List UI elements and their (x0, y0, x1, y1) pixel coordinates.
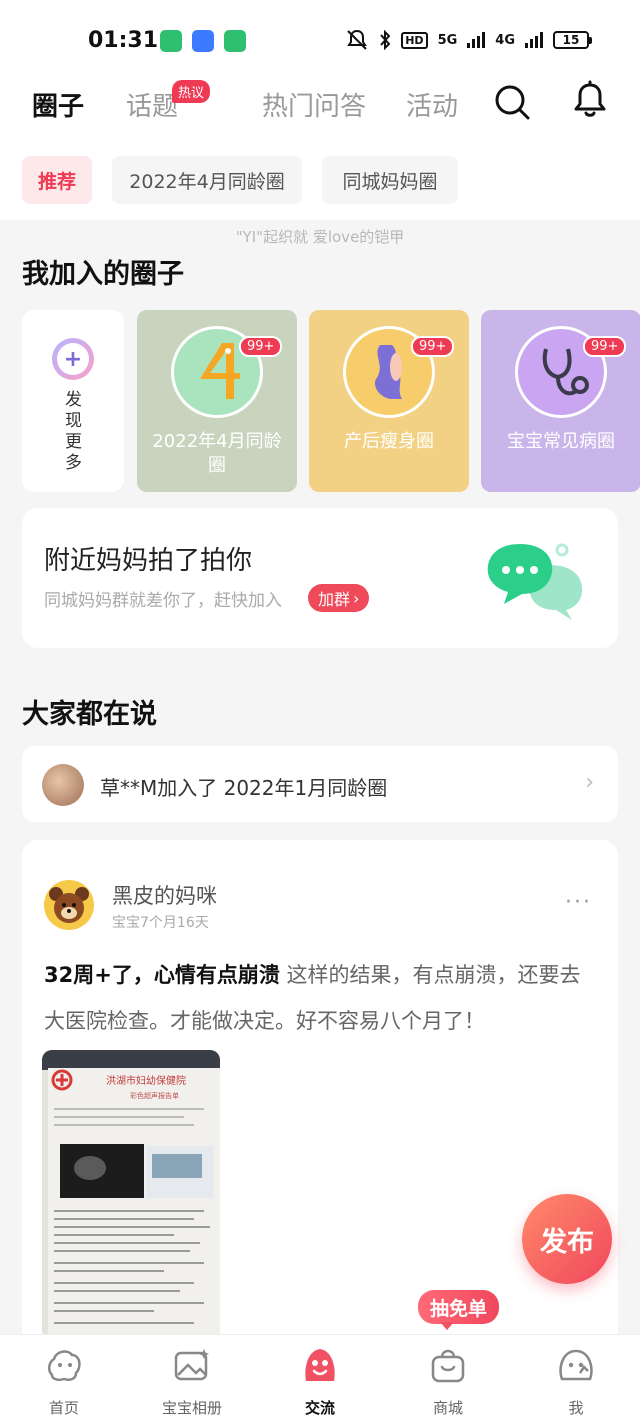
tab-circles[interactable]: 圈子 (32, 86, 84, 123)
app-notification-icon (160, 30, 182, 52)
ticker-text: "YI"起织就 爱love的铠甲 (235, 228, 405, 246)
circle-card-illness[interactable]: 99+ 宝宝常见病圈 (481, 310, 640, 492)
album-icon (174, 1349, 209, 1381)
report-title: 彩色超声报告单 (130, 1091, 179, 1100)
mute-bell-icon (347, 29, 368, 50)
signal-icon (525, 32, 543, 48)
avatar (42, 764, 84, 806)
lottery-tag-tail (440, 1322, 454, 1330)
status-time: 01:31 (88, 28, 159, 53)
post-card[interactable]: 黑皮的妈咪 宝宝7个月16天 ··· 32周+了，心情有点崩溃 这样的结果，有点… (22, 840, 618, 1340)
network-4g-label: 4G (495, 32, 515, 48)
bottom-nav: 首页 宝宝相册 交流 商城 我 (0, 1334, 640, 1422)
unread-badge: 99+ (239, 336, 283, 357)
nav-shop[interactable]: 商城 (384, 1335, 512, 1422)
nav-album[interactable]: 宝宝相册 (128, 1335, 256, 1422)
battery-icon: 15 (553, 31, 592, 49)
chat-bubbles-icon (487, 543, 583, 620)
chip-age-circle[interactable]: 2022年4月同龄圈 (112, 156, 302, 204)
signal-icon (467, 32, 486, 48)
tab-activities[interactable]: 活动 (406, 86, 458, 123)
activity-ticker[interactable]: 草**M加入了 2022年1月同龄圈 › (22, 746, 618, 822)
status-bar: 01:31 HD 5G 4G 15 (0, 0, 640, 80)
avatar[interactable] (44, 880, 94, 930)
nearby-title: 附近妈妈拍了拍你 (44, 546, 253, 576)
nav-community[interactable]: 交流 (256, 1335, 384, 1422)
chip-local-moms[interactable]: 同城妈妈圈 (322, 156, 458, 204)
app-notification-icon (192, 30, 214, 52)
circle-card-slim[interactable]: 99+ 产后瘦身圈 (309, 310, 469, 492)
post-headline: 32周+了，心情有点崩溃 (44, 963, 280, 987)
hot-badge: 热议 (172, 80, 211, 103)
circle-name: 宝宝常见病圈 (507, 431, 615, 452)
join-group-label: 加群 (318, 590, 351, 609)
nav-album-label: 宝宝相册 (161, 1399, 222, 1417)
plus-icon: + (52, 338, 94, 380)
lottery-tag[interactable]: 抽免单 (418, 1290, 500, 1324)
circle-card-age[interactable]: 99+ 2022年4月同龄圈 (137, 310, 297, 492)
join-group-button[interactable]: 加群 › (308, 584, 370, 612)
app-notification-icon (224, 30, 246, 52)
sub-tabs: 推荐 2022年4月同龄圈 同城妈妈圈 (0, 140, 640, 220)
bluetooth-icon (380, 30, 391, 50)
nav-shop-label: 商城 (432, 1399, 463, 1417)
more-options-icon[interactable]: ··· (565, 890, 592, 915)
nav-home[interactable]: 首页 (0, 1335, 128, 1422)
chevron-right-icon: › (585, 770, 594, 795)
battery-level: 15 (553, 31, 589, 49)
discover-more-card[interactable]: + 发现更多 (22, 310, 124, 492)
top-nav: 圈子 话题 热议 热门问答 活动 (0, 80, 640, 140)
profile-icon (559, 1349, 593, 1381)
nav-profile-label: 我 (568, 1399, 584, 1417)
discover-more-label: 发现更多 (65, 390, 82, 473)
circle-name: 产后瘦身圈 (344, 431, 434, 452)
activity-text: 草**M加入了 2022年1月同龄圈 (100, 776, 388, 800)
search-icon[interactable] (492, 82, 532, 122)
post-body: 32周+了，心情有点崩溃 这样的结果，有点崩溃，还要去大医院检查。才能做决定。好… (44, 952, 596, 1044)
joined-circles: + 发现更多 99+ 2022年4月同龄圈 99+ 产后瘦身圈 99+ 宝宝常见… (22, 310, 640, 494)
hd-icon: HD (401, 31, 428, 49)
chip-recommend[interactable]: 推荐 (22, 156, 92, 204)
unread-badge: 99+ (583, 336, 627, 357)
section-title-joined: 我加入的圈子 (22, 259, 184, 290)
shopping-bag-icon (431, 1349, 465, 1383)
tab-topics[interactable]: 话题 (126, 86, 178, 123)
home-icon (48, 1350, 81, 1382)
nearby-moms-card[interactable]: 附近妈妈拍了拍你 同城妈妈群就差你了，赶快加入 加群 › (22, 508, 618, 648)
nav-community-label: 交流 (304, 1399, 335, 1417)
post-image[interactable]: 洪湖市妇幼保健院 彩色超声报告单 (42, 1050, 220, 1340)
status-indicators: HD 5G 4G 15 (345, 29, 592, 51)
network-5g-label: 5G (437, 32, 458, 48)
report-hospital-name: 洪湖市妇幼保健院 (106, 1074, 186, 1087)
publish-button[interactable]: 发布 (522, 1194, 612, 1284)
section-title-discussions: 大家都在说 (22, 699, 157, 730)
tab-hot-qa[interactable]: 热门问答 (262, 86, 366, 123)
nearby-subtitle: 同城妈妈群就差你了，赶快加入 (44, 591, 282, 611)
status-app-icons (160, 30, 246, 52)
post-meta: 宝宝7个月16天 (112, 915, 209, 931)
community-icon (305, 1349, 335, 1381)
post-author[interactable]: 黑皮的妈咪 (112, 880, 217, 910)
nav-profile[interactable]: 我 (512, 1335, 640, 1422)
chevron-right-icon: › (353, 588, 360, 608)
circle-name: 2022年4月同龄圈 (152, 431, 282, 476)
bell-icon[interactable] (570, 80, 610, 120)
nav-home-label: 首页 (48, 1399, 79, 1417)
unread-badge: 99+ (411, 336, 455, 357)
